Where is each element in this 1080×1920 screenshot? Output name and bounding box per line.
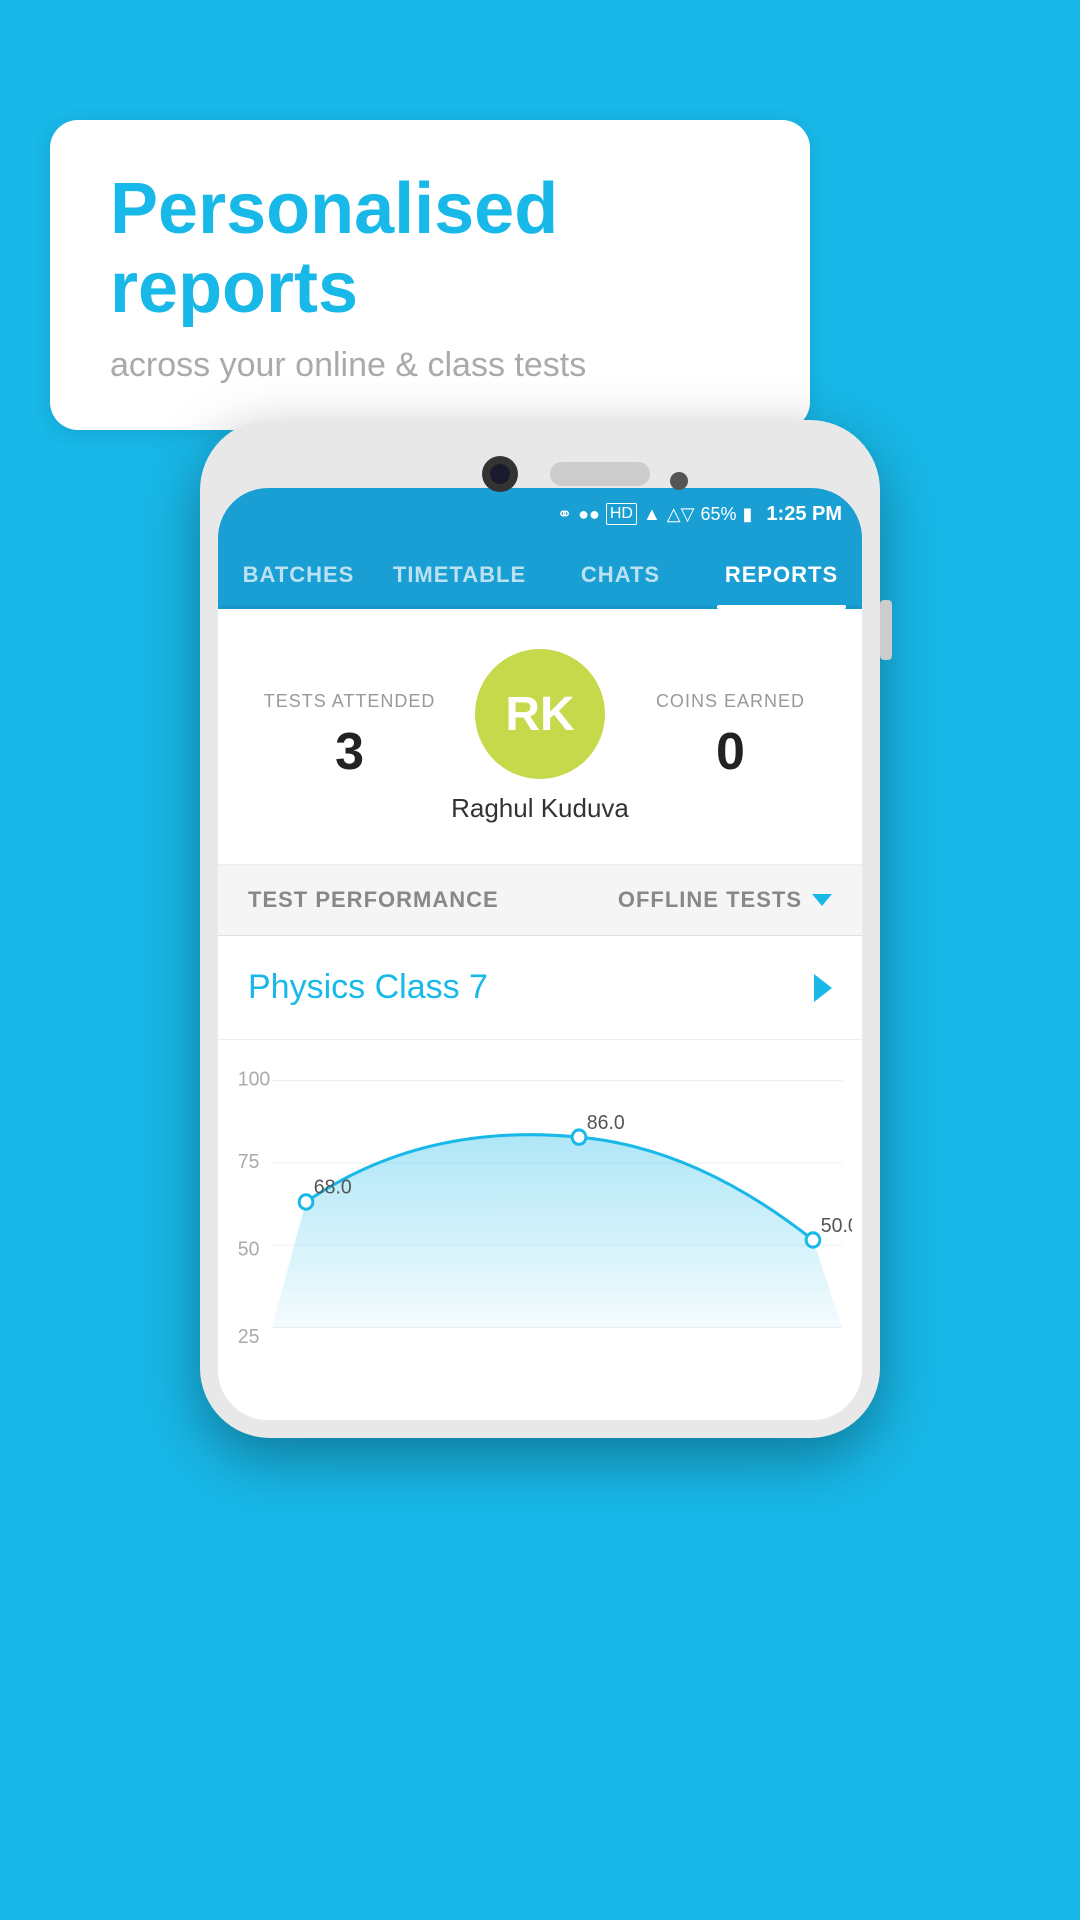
tests-attended-label: TESTS ATTENDED xyxy=(248,691,451,712)
status-icons: ⚭ ●● HD ▲ △▽ 65% ▮ 1:25 PM xyxy=(557,503,842,526)
data-point-3 xyxy=(806,1233,820,1247)
chevron-down-icon xyxy=(812,894,832,906)
data-label-3: 50.0 xyxy=(821,1214,852,1237)
network-icon: △▽ xyxy=(667,504,695,525)
coins-earned-block: COINS EARNED 0 xyxy=(629,691,832,782)
avatar: RK xyxy=(475,649,605,779)
coins-earned-label: COINS EARNED xyxy=(629,691,832,712)
battery-icon: ▮ xyxy=(743,504,753,525)
signal-icon: ●● xyxy=(578,504,600,525)
tab-chats[interactable]: CHATS xyxy=(540,540,701,606)
status-time: 1:25 PM xyxy=(766,503,842,526)
y-label-75: 75 xyxy=(238,1151,260,1174)
bubble-subtitle: across your online & class tests xyxy=(110,346,750,385)
avatar-block: RK Raghul Kuduva xyxy=(451,649,629,824)
phone-camera xyxy=(482,456,518,492)
tests-attended-block: TESTS ATTENDED 3 xyxy=(248,691,451,782)
performance-title: TEST PERFORMANCE xyxy=(248,887,499,913)
nav-tabs: BATCHES TIMETABLE CHATS REPORTS xyxy=(218,540,862,609)
offline-tests-dropdown[interactable]: OFFLINE TESTS xyxy=(618,887,832,913)
phone-screen: ⚭ ●● HD ▲ △▽ 65% ▮ 1:25 PM BATCHES TIMET… xyxy=(218,488,862,1420)
physics-class-row[interactable]: Physics Class 7 xyxy=(218,936,862,1040)
hd-icon: HD xyxy=(606,503,637,525)
data-label-1: 68.0 xyxy=(314,1176,352,1199)
performance-chart: 100 75 50 25 xyxy=(218,1040,862,1420)
y-label-50: 50 xyxy=(238,1238,260,1261)
speech-bubble: Personalised reports across your online … xyxy=(50,120,810,430)
tab-batches[interactable]: BATCHES xyxy=(218,540,379,606)
data-label-2: 86.0 xyxy=(587,1111,625,1134)
battery-level: 65% xyxy=(700,504,736,525)
data-point-1 xyxy=(299,1195,313,1209)
profile-section: TESTS ATTENDED 3 RK Raghul Kuduva COINS … xyxy=(218,609,862,865)
chevron-right-icon xyxy=(814,974,832,1002)
tests-attended-value: 3 xyxy=(248,722,451,782)
phone-volume-button xyxy=(880,600,892,660)
performance-header: TEST PERFORMANCE OFFLINE TESTS xyxy=(218,865,862,936)
tab-reports[interactable]: REPORTS xyxy=(701,540,862,606)
chart-area-fill xyxy=(272,1135,842,1328)
class-name: Physics Class 7 xyxy=(248,968,488,1007)
coins-earned-value: 0 xyxy=(629,722,832,782)
y-label-100: 100 xyxy=(238,1068,271,1091)
phone-sensor xyxy=(670,472,688,490)
phone-device: ⚭ ●● HD ▲ △▽ 65% ▮ 1:25 PM BATCHES TIMET… xyxy=(200,420,880,1438)
user-name: Raghul Kuduva xyxy=(451,793,629,824)
bluetooth-icon: ⚭ xyxy=(557,504,572,525)
y-label-25: 25 xyxy=(238,1325,260,1348)
data-point-2 xyxy=(572,1130,586,1144)
tab-timetable[interactable]: TIMETABLE xyxy=(379,540,540,606)
phone-speaker xyxy=(550,462,650,486)
wifi-icon: ▲ xyxy=(643,504,661,525)
chart-svg: 100 75 50 25 xyxy=(228,1060,852,1420)
status-bar: ⚭ ●● HD ▲ △▽ 65% ▮ 1:25 PM xyxy=(218,488,862,540)
bubble-title: Personalised reports xyxy=(110,170,750,328)
